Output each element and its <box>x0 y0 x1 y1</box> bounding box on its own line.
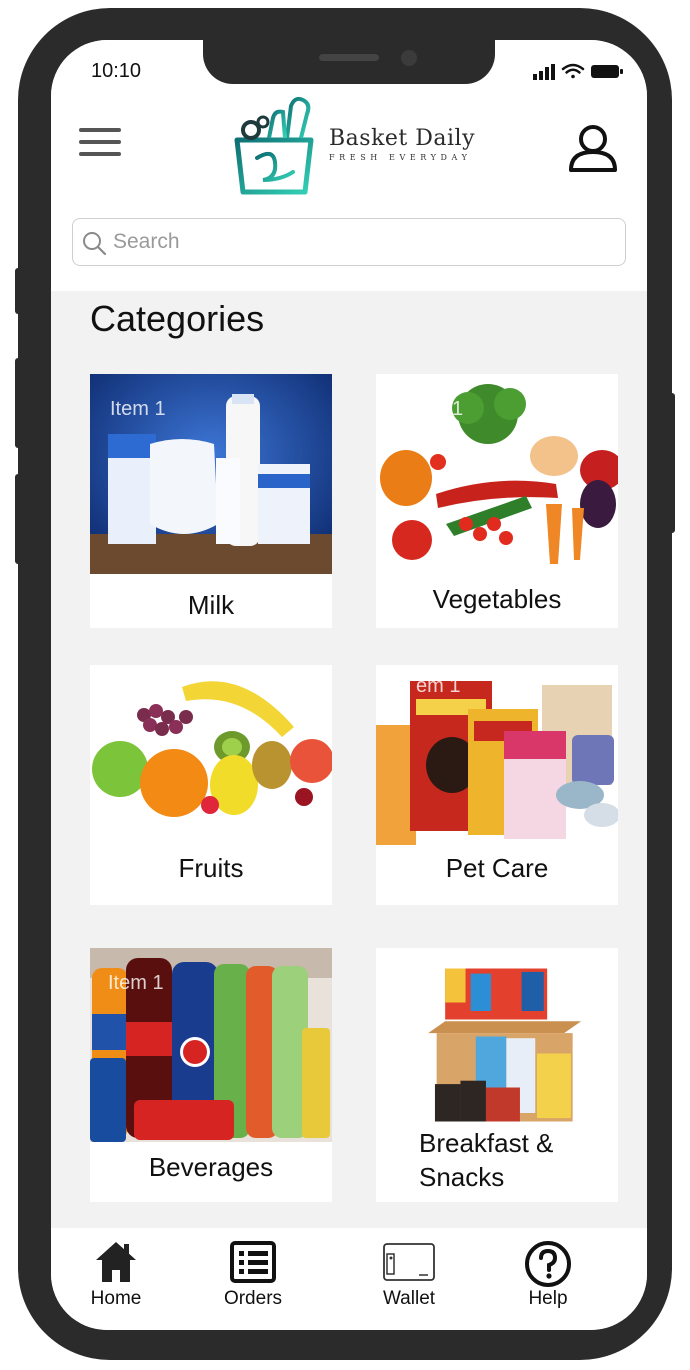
signal-icon <box>533 64 555 80</box>
nav-help[interactable]: Help <box>498 1240 598 1310</box>
vegetables-image <box>376 374 618 574</box>
orders-list-icon <box>230 1241 276 1283</box>
brand-tagline: FRESH EVERYDAY <box>329 153 472 162</box>
category-card-pet-care[interactable]: em 1 Pet Care <box>376 665 618 905</box>
wifi-icon <box>561 63 585 79</box>
power-button <box>669 393 675 533</box>
section-title: Categories <box>90 298 265 339</box>
category-card-beverages[interactable]: Item 1 Beverages <box>90 948 332 1202</box>
nav-orders[interactable]: Orders <box>203 1240 303 1310</box>
home-icon <box>96 1242 136 1282</box>
search-icon <box>83 232 107 256</box>
nav-label: Help <box>528 1288 568 1309</box>
user-profile-icon[interactable] <box>567 122 619 174</box>
category-card-fruits[interactable]: Fruits <box>90 665 332 905</box>
speaker <box>319 54 379 61</box>
mute-switch <box>15 268 21 314</box>
notch <box>203 40 495 84</box>
category-label: Vegetables <box>432 584 562 614</box>
item-overlay-text: 1 <box>452 398 464 420</box>
nav-label: Wallet <box>382 1288 436 1309</box>
basket-logo-icon <box>234 96 314 195</box>
battery-icon <box>591 65 623 78</box>
item-overlay-text: Item 1 <box>108 972 164 994</box>
help-icon <box>525 1241 571 1287</box>
category-label: Fruits <box>178 853 244 883</box>
search-input[interactable] <box>111 225 615 259</box>
nav-home[interactable]: Home <box>66 1240 166 1310</box>
nav-wallet[interactable]: Wallet <box>359 1240 459 1310</box>
menu-line <box>79 152 121 156</box>
bottom-navigation: Home Orders Wallet Help <box>51 1228 647 1330</box>
category-label: Beverages <box>148 1152 274 1182</box>
category-label: Pet Care <box>445 853 549 883</box>
category-label: Milk <box>187 590 235 620</box>
hamburger-menu-button[interactable] <box>79 128 123 162</box>
nav-label: Orders <box>223 1288 283 1309</box>
brand: Basket Daily FRESH EVERYDAY <box>329 126 475 162</box>
fruits-image <box>90 665 332 865</box>
item-overlay-text: em 1 <box>416 675 461 697</box>
menu-line <box>79 128 121 132</box>
pet-care-image <box>376 665 618 865</box>
breakfast-snacks-image <box>394 960 600 1130</box>
volume-down-button <box>15 474 21 564</box>
search-bar[interactable] <box>72 218 626 266</box>
nav-label: Home <box>90 1288 142 1309</box>
item-overlay-text: Item 1 <box>110 398 166 420</box>
status-icons <box>533 63 623 80</box>
category-label: Breakfast & Snacks <box>419 1128 554 1192</box>
category-card-milk[interactable]: Item 1 Milk <box>90 374 332 628</box>
status-time: 10:10 <box>91 60 142 82</box>
app-screen: 10:10 Basket Daily FRESH EVERYDAY Search… <box>51 40 647 1330</box>
brand-name: Basket Daily <box>329 126 476 151</box>
category-card-vegetables[interactable]: 1 Vegetables <box>376 374 618 628</box>
volume-up-button <box>15 358 21 448</box>
front-camera <box>401 50 417 66</box>
category-card-breakfast-snacks[interactable]: Breakfast & Snacks <box>376 948 618 1202</box>
wallet-icon <box>383 1243 435 1281</box>
menu-line <box>79 140 121 144</box>
